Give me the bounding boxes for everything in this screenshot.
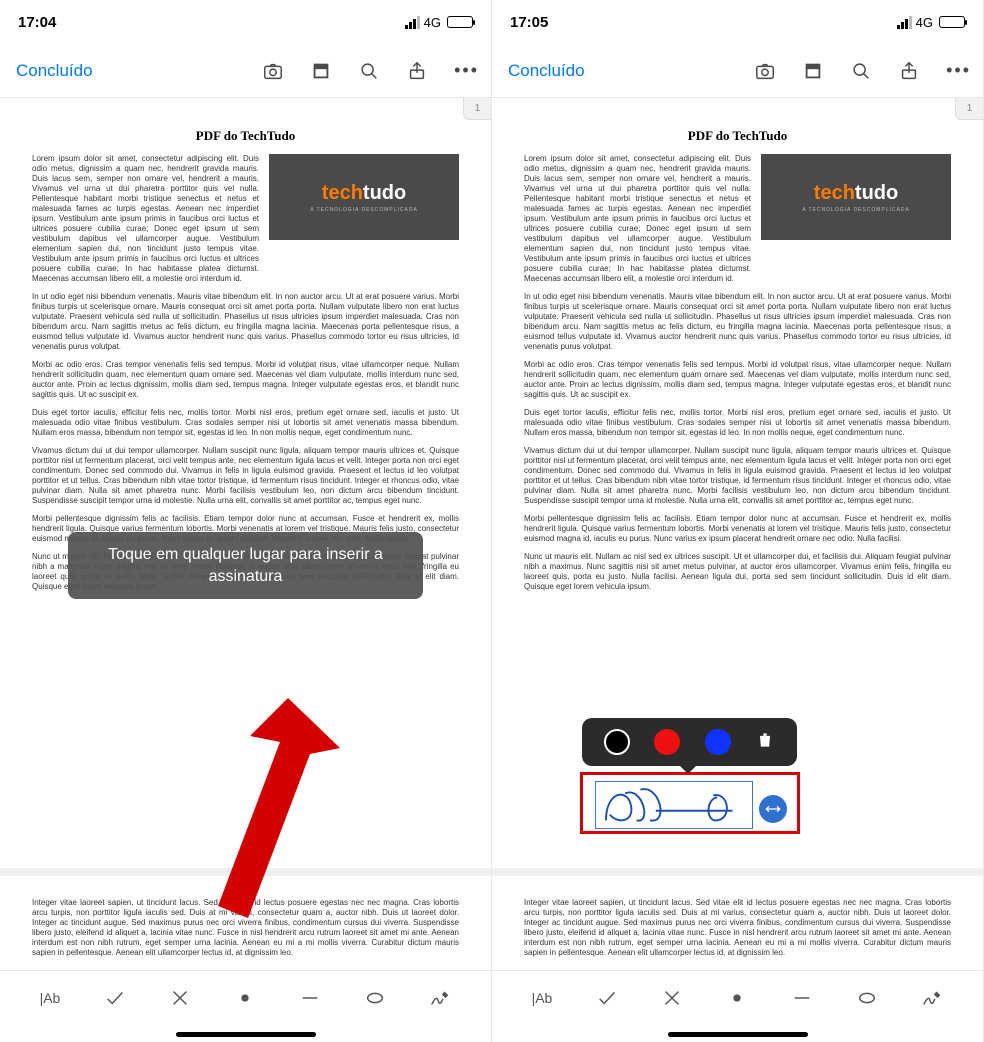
- paragraph: Lorem ipsum dolor sit amet, consectetur …: [524, 154, 751, 284]
- color-red[interactable]: [654, 729, 680, 755]
- pdf-page-1[interactable]: 1 PDF do TechTudo techtudo A TECNOLOGIA …: [492, 98, 983, 868]
- line-tool-icon[interactable]: [299, 987, 321, 1009]
- paragraph: Duis eget tortor iaculis, efficitur feli…: [524, 408, 951, 438]
- paragraph: Morbi ac odio eros. Cras tempor venenati…: [524, 360, 951, 400]
- signal-icon: [405, 16, 420, 29]
- battery-icon: [447, 16, 473, 28]
- doc-title: PDF do TechTudo: [32, 128, 459, 144]
- share-icon[interactable]: [898, 60, 920, 82]
- dot-tool-icon[interactable]: [234, 987, 256, 1009]
- paragraph: Morbi ac odio eros. Cras tempor venenati…: [32, 360, 459, 400]
- color-black[interactable]: [604, 729, 630, 755]
- document-viewport[interactable]: 1 PDF do TechTudo techtudo A TECNOLOGIA …: [0, 98, 491, 970]
- status-bar: 17:04 4G: [0, 0, 491, 44]
- network-label: 4G: [916, 15, 933, 30]
- done-button[interactable]: Concluído: [508, 61, 585, 81]
- color-blue[interactable]: [705, 729, 731, 755]
- signature-highlight-box: [580, 772, 800, 834]
- cross-tool-icon[interactable]: [169, 987, 191, 1009]
- camera-icon[interactable]: [262, 60, 284, 82]
- page-number-tab: 1: [463, 98, 491, 120]
- home-indicator[interactable]: [176, 1032, 316, 1037]
- check-tool-icon[interactable]: [104, 987, 126, 1009]
- status-time: 17:05: [510, 14, 548, 31]
- share-icon[interactable]: [406, 60, 428, 82]
- signature-bounding-box[interactable]: [595, 781, 753, 829]
- annotation-toolbar: |Ab: [492, 970, 983, 1024]
- paragraph: Vivamus dictum dui ut dui tempor ullamco…: [524, 446, 951, 506]
- paragraph: Morbi pellentesque dignissim felis ac fa…: [524, 514, 951, 544]
- paragraph: Nunc ut mauris elit. Nullam ac nisl sed …: [524, 552, 951, 592]
- search-icon[interactable]: [358, 60, 380, 82]
- top-toolbar: Concluído •••: [492, 44, 983, 98]
- signal-icon: [897, 16, 912, 29]
- done-button[interactable]: Concluído: [16, 61, 93, 81]
- right-screenshot: 17:05 4G Concluído ••• 1 PDF do TechTudo…: [492, 0, 984, 1042]
- text-tool-icon[interactable]: |Ab: [40, 990, 61, 1006]
- oval-tool-icon[interactable]: [364, 987, 386, 1009]
- signature-tool-icon[interactable]: [921, 987, 943, 1009]
- battery-icon: [939, 16, 965, 28]
- oval-tool-icon[interactable]: [856, 987, 878, 1009]
- signature-color-popover: [582, 718, 797, 766]
- status-time: 17:04: [18, 14, 56, 31]
- camera-icon[interactable]: [754, 60, 776, 82]
- page-number-tab: 1: [955, 98, 983, 120]
- home-indicator[interactable]: [668, 1032, 808, 1037]
- insert-signature-tooltip: Toque em qualquer lugar para inserir a a…: [68, 532, 423, 599]
- delete-signature-icon[interactable]: [755, 729, 775, 756]
- text-tool-icon[interactable]: |Ab: [532, 990, 553, 1006]
- status-bar: 17:05 4G: [492, 0, 983, 44]
- annotation-arrow: [170, 698, 340, 928]
- paragraph: In ut odio eget nisi bibendum venenatis.…: [32, 292, 459, 352]
- signature-tool-icon[interactable]: [429, 987, 451, 1009]
- status-right: 4G: [405, 15, 473, 30]
- techtudo-logo: techtudo A TECNOLOGIA DESCOMPLICADA: [269, 154, 459, 240]
- top-toolbar: Concluído •••: [0, 44, 491, 98]
- paragraph: Duis eget tortor iaculis, efficitur feli…: [32, 408, 459, 438]
- page-layout-icon[interactable]: [310, 60, 332, 82]
- pdf-page-2[interactable]: Integer vitae laoreet sapien, ut tincidu…: [492, 868, 983, 970]
- paragraph: Vivamus dictum dui ut dui tempor ullamco…: [32, 446, 459, 506]
- document-viewport[interactable]: 1 PDF do TechTudo techtudo A TECNOLOGIA …: [492, 98, 983, 970]
- dot-tool-icon[interactable]: [726, 987, 748, 1009]
- left-screenshot: 17:04 4G Concluído ••• 1 PDF do TechTudo…: [0, 0, 492, 1042]
- signature-stroke[interactable]: [596, 782, 752, 828]
- network-label: 4G: [424, 15, 441, 30]
- cross-tool-icon[interactable]: [661, 987, 683, 1009]
- more-icon[interactable]: •••: [946, 60, 971, 81]
- doc-title: PDF do TechTudo: [524, 128, 951, 144]
- techtudo-logo: techtudo A TECNOLOGIA DESCOMPLICADA: [761, 154, 951, 240]
- page-layout-icon[interactable]: [802, 60, 824, 82]
- resize-handle[interactable]: [759, 795, 787, 823]
- paragraph: In ut odio eget nisi bibendum venenatis.…: [524, 292, 951, 352]
- search-icon[interactable]: [850, 60, 872, 82]
- line-tool-icon[interactable]: [791, 987, 813, 1009]
- paragraph: Integer vitae laoreet sapien, ut tincidu…: [524, 898, 951, 958]
- paragraph: Lorem ipsum dolor sit amet, consectetur …: [32, 154, 259, 284]
- more-icon[interactable]: •••: [454, 60, 479, 81]
- status-right: 4G: [897, 15, 965, 30]
- annotation-toolbar: |Ab: [0, 970, 491, 1024]
- check-tool-icon[interactable]: [596, 987, 618, 1009]
